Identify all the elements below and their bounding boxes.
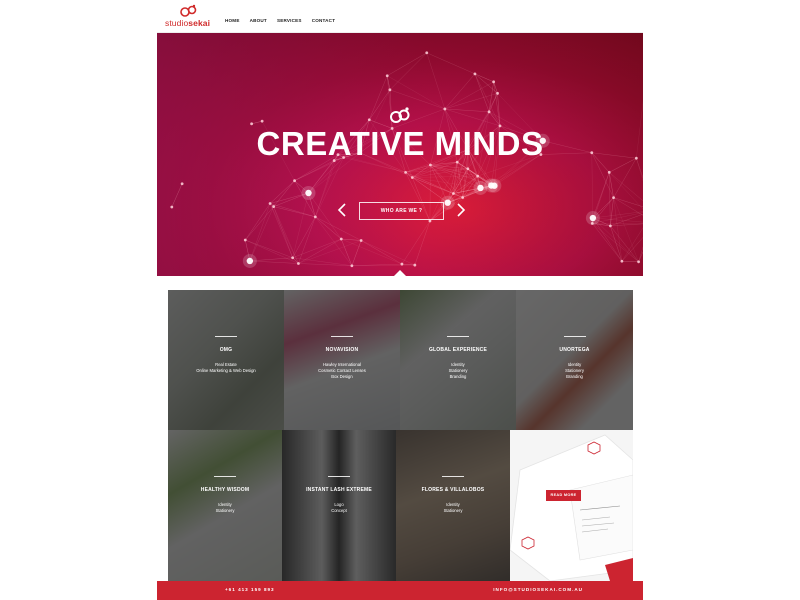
logo-icon [180, 4, 197, 17]
footer-email[interactable]: INFO@STUDIOSEKAI.COM.AU [493, 587, 583, 592]
portfolio-tile-flores-villalobos[interactable]: FLORES & VILLALOBOS Identity Stationery [396, 430, 510, 581]
portfolio-grid: OMG Real Estate Online Marketing & Web D… [168, 290, 633, 581]
chevron-right-icon[interactable] [456, 203, 466, 217]
nav-services[interactable]: SERVICES [277, 18, 302, 23]
tile-title: HEALTHY WISDOM [200, 487, 250, 493]
tile-service: Online Marketing & Web Design [196, 368, 256, 373]
tile-service: Branding [449, 374, 467, 379]
logo[interactable]: studiosekai [165, 4, 215, 30]
tile-service: Concept [331, 508, 347, 513]
hero-logo-icon [390, 107, 410, 123]
tile-title: NOVAVISION [325, 347, 359, 353]
hero-notch [394, 270, 406, 276]
tile-title: GLOBAL EXPERIENCE [428, 347, 488, 353]
stationery-mockup [510, 434, 633, 581]
nav-home[interactable]: HOME [225, 18, 240, 23]
nav-about[interactable]: ABOUT [250, 18, 267, 23]
logo-wordmark: studiosekai [165, 18, 210, 28]
portfolio-tile-omg[interactable]: OMG Real Estate Online Marketing & Web D… [168, 290, 284, 430]
footer-phone[interactable]: +61 413 159 893 [225, 587, 275, 592]
logo-studio: studio [165, 18, 189, 28]
tile-service: Stationery [443, 508, 463, 513]
hero-title: CREATIVE MINDS [256, 125, 544, 162]
tile-service: Branding [566, 374, 583, 379]
portfolio-tile-read-more[interactable]: READ MORE [510, 430, 633, 581]
tile-title: FLORES & VILLALOBOS [421, 487, 485, 493]
logo-sekai: sekai [188, 18, 211, 28]
who-are-we-button[interactable]: WHO ARE WE ? [359, 202, 444, 220]
portfolio-tile-healthy-wisdom[interactable]: HEALTHY WISDOM Identity Stationery [168, 430, 282, 581]
main-nav: HOME ABOUT SERVICES CONTACT [225, 18, 335, 23]
portfolio-tile-novavision[interactable]: NOVAVISION Hawley International Cosmetic… [284, 290, 400, 430]
page: studiosekai HOME ABOUT SERVICES CONTACT … [157, 0, 643, 600]
site-header: studiosekai HOME ABOUT SERVICES CONTACT [157, 0, 643, 33]
read-more-button[interactable]: READ MORE [546, 490, 581, 501]
chevron-left-icon[interactable] [337, 203, 347, 217]
nav-contact[interactable]: CONTACT [312, 18, 336, 23]
hero-banner: CREATIVE MINDS WHO ARE WE ? [157, 33, 643, 276]
portfolio-tile-unortega[interactable]: UNORTEGA Identity Stationery Branding [516, 290, 633, 430]
tile-title: UNORTEGA [559, 347, 590, 353]
tile-service: Stationery [215, 508, 235, 513]
tile-title: INSTANT LASH EXTREME [306, 487, 372, 493]
site-footer: +61 413 159 893 INFO@STUDIOSEKAI.COM.AU [157, 581, 643, 600]
tile-service: Box Design [331, 374, 353, 379]
tile-title: OMG [219, 347, 233, 353]
portfolio-tile-global-experience[interactable]: GLOBAL EXPERIENCE Identity Stationery Br… [400, 290, 516, 430]
portfolio-tile-instant-lash-extreme[interactable]: INSTANT LASH EXTREME Logo Concept [282, 430, 396, 581]
